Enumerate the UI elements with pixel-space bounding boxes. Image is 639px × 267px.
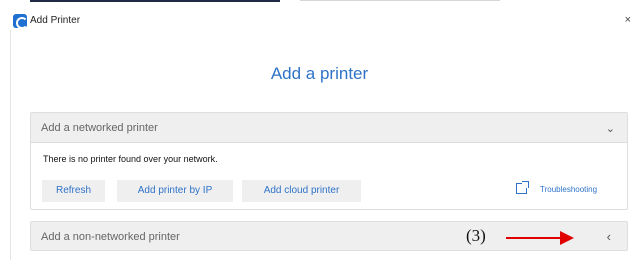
add-printer-by-ip-button[interactable]: Add printer by IP [117,180,233,202]
networked-printer-header[interactable]: Add a networked printer ⌄ [31,113,627,143]
networked-printer-panel: Add a networked printer ⌄ There is no pr… [30,112,628,210]
chevron-left-icon[interactable]: ‹ [607,229,611,244]
arrow-head-icon [560,231,574,245]
callout-label: (3) [466,226,486,245]
arrow-icon [506,237,562,239]
non-networked-printer-title: Add a non-networked printer [41,231,180,243]
page-title: Add a printer [270,64,369,83]
window-top-border [300,0,500,1]
non-networked-printer-panel[interactable]: Add a non-networked printer ‹ [30,221,628,251]
window-title: Add Printer [30,15,81,26]
app-icon [13,14,28,29]
window-top-accent [30,0,280,2]
add-cloud-printer-button[interactable]: Add cloud printer [242,180,361,202]
networked-printer-title: Add a networked printer [41,122,158,134]
troubleshooting-link[interactable]: Troubleshooting [540,185,597,194]
chevron-down-icon[interactable]: ⌄ [606,122,615,135]
external-link-icon[interactable] [516,181,529,194]
close-icon[interactable]: × [625,14,631,26]
title-bar: Add Printer × [0,6,639,32]
network-status-text: There is no printer found over your netw… [43,154,218,164]
refresh-button[interactable]: Refresh [42,180,105,202]
